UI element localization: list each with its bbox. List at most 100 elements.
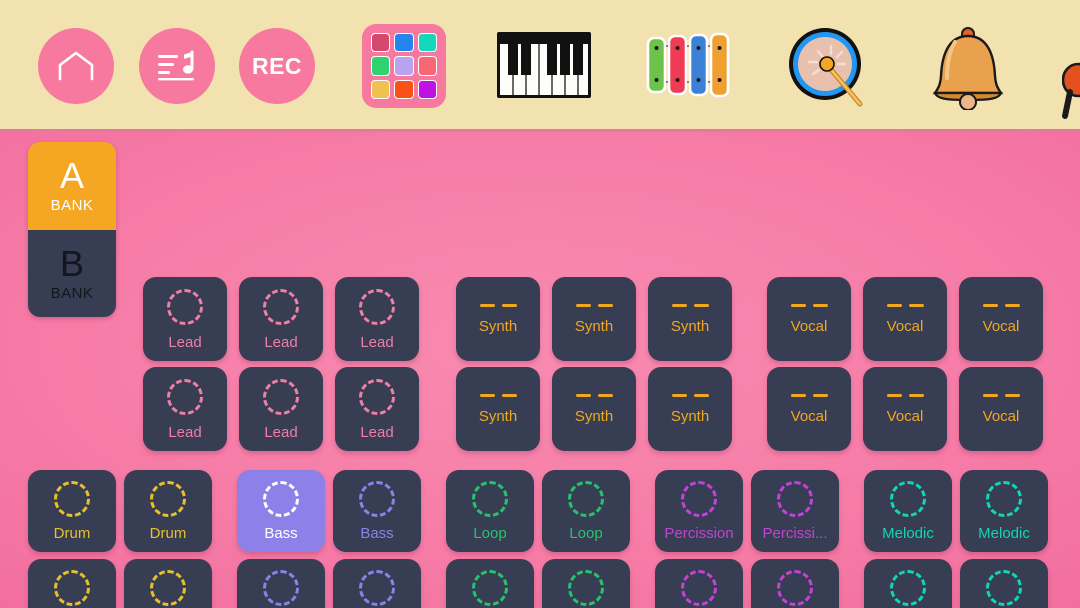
grid-swatch [417,33,437,53]
bank-a-word: BANK [50,197,94,215]
pad-bass-r0-c3[interactable]: Bass [333,470,421,552]
bell-icon[interactable] [925,22,1011,111]
pad-synth-r1-c5[interactable]: Synth [648,367,732,451]
pad-lead-r0-c2[interactable]: Lead [335,277,419,361]
drum-icon[interactable] [782,24,872,110]
pad-bass-r1-c2[interactable]: Bass [237,559,325,608]
pad-melodic-r0-c9[interactable]: Melodic [960,470,1048,552]
piano-icon[interactable] [495,30,593,100]
pad-label: Vocal [886,409,924,424]
pad-synth-r1-c3[interactable]: Synth [456,367,540,451]
grid-swatch [371,56,391,76]
grid-swatch [394,56,414,76]
pad-lead-r0-c1[interactable]: Lead [239,277,323,361]
grid-swatch [371,33,391,53]
bank-b-button[interactable]: B BANK [28,229,116,317]
pad-vocal-r0-c8[interactable]: Vocal [959,277,1043,361]
pad-ring-icon [150,481,186,517]
pad-label: Lead [264,424,298,440]
pad-vocal-r1-c7[interactable]: Vocal [863,367,947,451]
pad-ring-icon [568,481,604,517]
xylophone-icon[interactable] [640,30,736,100]
pad-label: Melodic [978,526,1030,541]
pad-vocal-r0-c6[interactable]: Vocal [767,277,851,361]
pad-label: Vocal [982,319,1020,334]
pad-label: Synth [478,319,518,334]
pad-label: Percissi... [762,526,828,541]
pad-dashes-icon [982,394,1020,397]
pad-loop-r0-c4[interactable]: Loop [446,470,534,552]
pad-drum-r1-c0[interactable]: Drum [28,559,116,608]
pad-label: Lead [360,334,394,350]
pad-label: Vocal [982,409,1020,424]
pad-label: Drum [53,526,91,541]
pad-ring-icon [472,570,508,606]
pad-dashes-icon [479,304,517,307]
pad-label: Bass [264,526,298,541]
record-label: REC [251,52,303,79]
app-root: REC A BANK B BANK Lead Lead Lead Synth S… [0,0,1080,608]
pad-label: Synth [574,319,614,334]
pad-melodic-r1-c9[interactable]: Melodic [960,559,1048,608]
pad-label: Synth [574,409,614,424]
pad-label: Melodic [882,526,934,541]
pad-ring-icon [150,570,186,606]
pad-synth-r0-c5[interactable]: Synth [648,277,732,361]
pad-lead-r1-c2[interactable]: Lead [335,367,419,451]
pad-synth-r0-c3[interactable]: Synth [456,277,540,361]
pad-drum-r0-c1[interactable]: Drum [124,470,212,552]
pad-vocal-r1-c8[interactable]: Vocal [959,367,1043,451]
pad-lead-r1-c0[interactable]: Lead [143,367,227,451]
pad-label: Synth [670,409,710,424]
grid-swatch [417,56,437,76]
pad-vocal-r1-c6[interactable]: Vocal [767,367,851,451]
pad-synth-r1-c4[interactable]: Synth [552,367,636,451]
playlist-icon [156,49,198,83]
pad-loop-r0-c5[interactable]: Loop [542,470,630,552]
pad-dashes-icon [479,394,517,397]
grid-swatch [394,33,414,53]
pad-drum-r1-c1[interactable]: Drum [124,559,212,608]
pad-ring-icon [568,570,604,606]
pad-ring-icon [359,570,395,606]
pad-label: Synth [478,409,518,424]
pad-melodic-r1-c8[interactable]: Melodic [864,559,952,608]
pad-ring-icon [263,378,299,415]
home-icon [56,49,96,83]
pad-percission-r0-c6[interactable]: Percission [655,470,743,552]
pad-dashes-icon [575,304,613,307]
maraca-icon[interactable] [1061,62,1080,122]
pad-label: Lead [168,424,202,440]
pad-label: Bass [360,526,394,541]
pad-ring-icon [263,570,299,606]
grid-swatch [394,79,414,99]
pad-bass-r1-c3[interactable]: Bass [333,559,421,608]
pad-ring-icon [167,378,203,415]
playlist-button[interactable] [139,28,215,104]
bank-a-button[interactable]: A BANK [28,142,116,230]
pad-percission-r1-c6[interactable]: Percission [655,559,743,608]
pad-bass-r0-c2[interactable]: Bass [237,470,325,552]
pad-label: Loop [569,526,603,541]
pad-lead-r0-c0[interactable]: Lead [143,277,227,361]
pad-percissi-r0-c7[interactable]: Percissi... [751,470,839,552]
pad-grid-button[interactable] [362,24,446,108]
pad-grid-area: A BANK B BANK Lead Lead Lead Synth Synth Synt… [0,132,1080,608]
pad-synth-r0-c4[interactable]: Synth [552,277,636,361]
pad-melodic-r0-c8[interactable]: Melodic [864,470,952,552]
pad-loop-r1-c5[interactable]: Loop [542,559,630,608]
pad-ring-icon [472,481,508,517]
pad-dashes-icon [575,394,613,397]
pad-ring-icon [777,570,813,606]
pad-vocal-r0-c7[interactable]: Vocal [863,277,947,361]
pad-label: Lead [168,334,202,350]
pad-label: Vocal [886,319,924,334]
record-button[interactable]: REC [239,28,315,104]
pad-ring-icon [890,481,926,517]
pad-dashes-icon [671,394,709,397]
pad-drum-r0-c0[interactable]: Drum [28,470,116,552]
pad-lead-r1-c1[interactable]: Lead [239,367,323,451]
home-button[interactable] [38,28,114,104]
pad-percissi-r1-c7[interactable]: Percissi... [751,559,839,608]
pad-loop-r1-c4[interactable]: Loop [446,559,534,608]
